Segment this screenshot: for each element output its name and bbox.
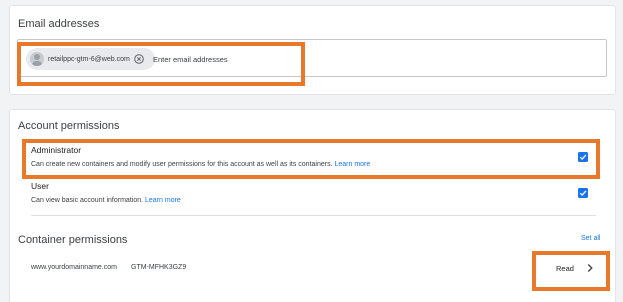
administrator-learn-more-link[interactable]: Learn more bbox=[334, 161, 370, 168]
permission-dropdown[interactable]: Read bbox=[556, 260, 602, 276]
administrator-description: Can create new containers and modify use… bbox=[31, 161, 371, 168]
email-input[interactable] bbox=[153, 52, 293, 66]
email-section-title: Email addresses bbox=[18, 18, 100, 30]
administrator-label: Administrator bbox=[31, 145, 82, 155]
user-learn-more-link[interactable]: Learn more bbox=[145, 197, 181, 204]
account-permissions-title: Account permissions bbox=[18, 120, 120, 132]
divider bbox=[31, 215, 596, 216]
remove-chip-icon[interactable] bbox=[134, 54, 144, 64]
container-id: GTM-MFHK3GZ9 bbox=[131, 264, 187, 271]
avatar-icon bbox=[30, 52, 44, 66]
administrator-checkbox[interactable] bbox=[578, 152, 588, 162]
container-domain: www.yourdomainname.com bbox=[31, 264, 117, 271]
permissions-card bbox=[9, 109, 616, 302]
user-description: Can view basic account information. Lear… bbox=[31, 197, 181, 204]
user-label: User bbox=[31, 181, 49, 191]
container-permissions-title: Container permissions bbox=[18, 234, 128, 246]
checkmark-icon bbox=[579, 154, 587, 161]
chip-email-text: retailppc-gtm-6@web.com bbox=[48, 55, 130, 63]
checkmark-icon bbox=[579, 190, 587, 197]
permission-value: Read bbox=[556, 263, 574, 273]
set-all-link[interactable]: Set all bbox=[581, 235, 600, 242]
chevron-right-icon bbox=[587, 264, 593, 272]
user-checkbox[interactable] bbox=[578, 188, 588, 198]
email-chip[interactable]: retailppc-gtm-6@web.com bbox=[26, 48, 155, 70]
